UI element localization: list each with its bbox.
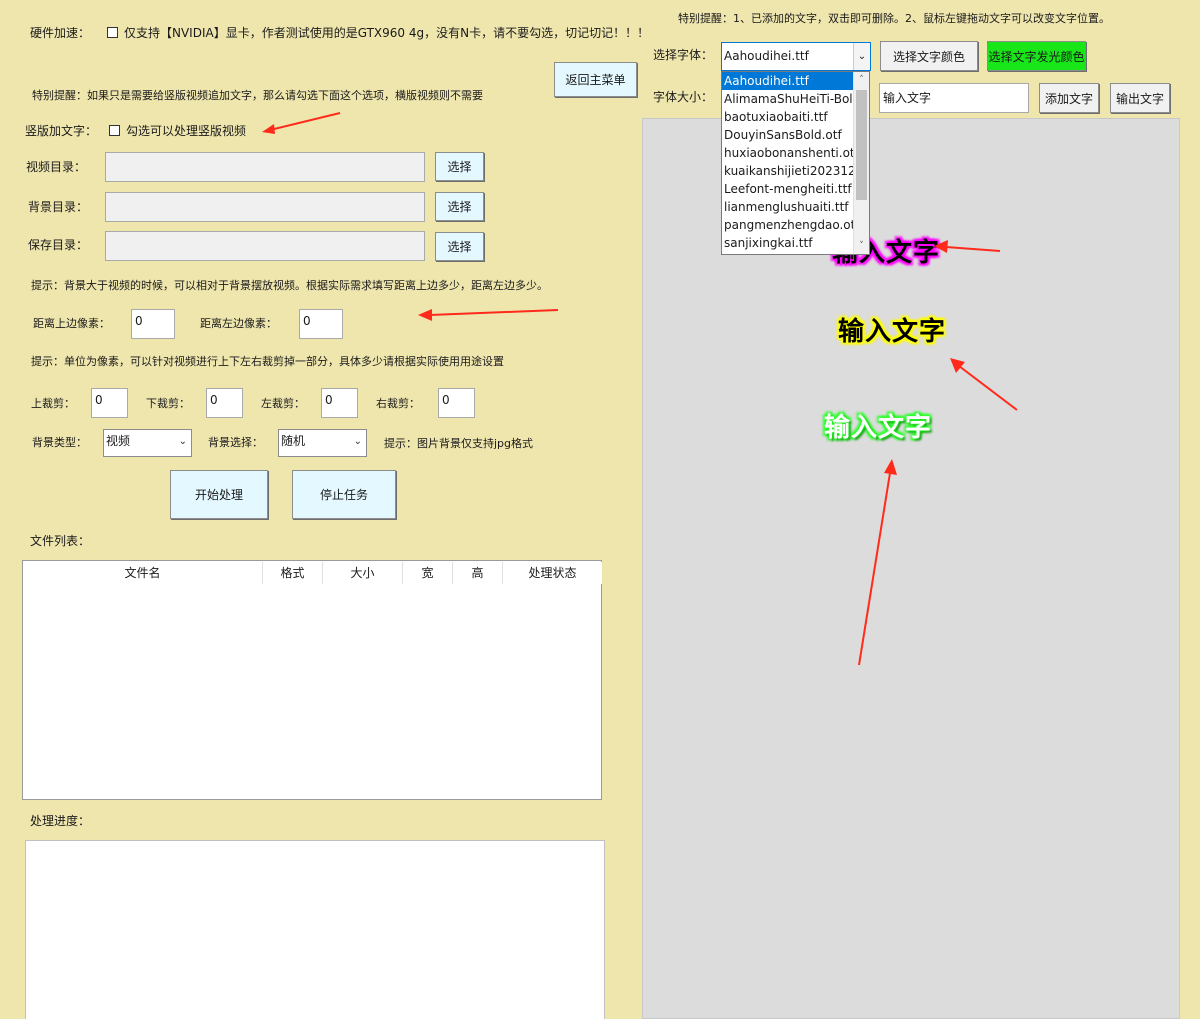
- crop-right-label: 右裁剪：: [376, 397, 420, 410]
- export-text-button[interactable]: 输出文字: [1110, 83, 1170, 113]
- bg-hint: 提示：背景大于视频的时候，可以相对于背景摆放视频。根据实际需求填写距离上边多少，…: [31, 279, 548, 292]
- font-option[interactable]: lianmenglushuaiti.ttf: [722, 198, 854, 216]
- save-dir-field[interactable]: [105, 231, 425, 261]
- crop-bottom-label: 下裁剪：: [146, 397, 190, 410]
- stop-button[interactable]: 停止任务: [292, 470, 396, 519]
- vertical-label: 竖版加文字：: [25, 124, 98, 138]
- text-input[interactable]: 输入文字: [879, 83, 1029, 113]
- font-option[interactable]: Leefont-mengheiti.ttf: [722, 180, 854, 198]
- column-header-width[interactable]: 宽: [403, 562, 453, 584]
- font-option[interactable]: AlimamaShuHeiTi-Bold: [722, 90, 854, 108]
- bg-dir-label: 背景目录：: [28, 200, 89, 214]
- bg-select-value: 随机: [281, 434, 306, 448]
- font-select-value: Aahoudihei.ttf: [724, 49, 809, 63]
- video-dir-label: 视频目录：: [26, 160, 87, 174]
- column-header-format[interactable]: 格式: [263, 562, 323, 584]
- canvas-text-yellow[interactable]: 输入文字: [838, 311, 946, 348]
- font-size-label: 字体大小：: [653, 90, 714, 104]
- hardware-accel-text: 仅支持【NVIDIA】显卡，作者测试使用的是GTX960 4g，没有N卡，请不要…: [124, 26, 650, 40]
- bg-type-label: 背景类型：: [32, 436, 87, 449]
- bg-dir-field[interactable]: [105, 192, 425, 222]
- bg-select-label: 背景选择：: [208, 436, 263, 449]
- annotation-arrow: [262, 112, 341, 134]
- bg-dir-choose-button[interactable]: 选择: [435, 192, 484, 221]
- bg-type-select[interactable]: 视频 ⌄: [103, 429, 192, 457]
- column-header-height[interactable]: 高: [453, 562, 503, 584]
- back-to-menu-button[interactable]: 返回主菜单: [554, 62, 637, 97]
- font-option[interactable]: baotuxiaobaiti.ttf: [722, 108, 854, 126]
- font-color-button[interactable]: 选择文字颜色: [880, 41, 978, 71]
- file-list-table[interactable]: 文件名 格式 大小 宽 高 处理状态: [22, 560, 602, 800]
- start-button[interactable]: 开始处理: [170, 470, 268, 519]
- offset-left-label: 距离左边像素：: [200, 317, 277, 330]
- vertical-checkbox-text: 勾选可以处理竖版视频: [126, 124, 247, 138]
- font-select-label: 选择字体：: [653, 48, 714, 62]
- column-header-status[interactable]: 处理状态: [503, 562, 602, 584]
- annotation-arrow: [418, 309, 559, 321]
- annotation-arrow: [950, 358, 1018, 411]
- chevron-down-icon: ⌄: [353, 436, 362, 447]
- bg-select-select[interactable]: 随机 ⌄: [278, 429, 367, 457]
- font-option[interactable]: sanjixingkai.ttf: [722, 234, 854, 252]
- font-option[interactable]: pangmenzhengdao.ot: [722, 216, 854, 234]
- progress-log-area[interactable]: [25, 840, 605, 1019]
- annotation-arrow: [934, 240, 1001, 253]
- chevron-down-icon[interactable]: ⌄: [853, 43, 870, 70]
- video-dir-choose-button[interactable]: 选择: [435, 152, 484, 181]
- crop-top-label: 上裁剪：: [31, 397, 75, 410]
- crop-left-label: 左裁剪：: [261, 397, 305, 410]
- font-select[interactable]: Aahoudihei.ttf ⌄: [721, 42, 871, 71]
- offset-top-label: 距离上边像素：: [33, 317, 110, 330]
- annotation-arrow: [858, 459, 897, 666]
- file-list-label: 文件列表：: [30, 534, 91, 548]
- vertical-checkbox[interactable]: [109, 125, 120, 136]
- crop-top-input[interactable]: 0: [91, 388, 128, 418]
- chevron-up-icon[interactable]: ˄: [854, 72, 869, 88]
- column-header-filename[interactable]: 文件名: [23, 562, 263, 584]
- special-note: 特别提醒：如果只是需要给竖版视频追加文字，那么请勾选下面这个选项，横版视频则不需…: [32, 89, 483, 102]
- font-option[interactable]: DouyinSansBold.otf: [722, 126, 854, 144]
- crop-hint: 提示：单位为像素，可以针对视频进行上下左右裁剪掉一部分，具体多少请根据实际使用用…: [31, 355, 504, 368]
- bg-format-hint: 提示：图片背景仅支持jpg格式: [384, 437, 534, 450]
- scrollbar-thumb[interactable]: [856, 90, 867, 200]
- save-dir-choose-button[interactable]: 选择: [435, 232, 484, 261]
- font-dropdown-list[interactable]: Aahoudihei.ttf AlimamaShuHeiTi-Bold baot…: [721, 71, 870, 255]
- hardware-accel-label: 硬件加速：: [30, 26, 91, 40]
- font-option[interactable]: Aahoudihei.ttf: [722, 72, 854, 90]
- canvas-text-green[interactable]: 输入文字: [824, 407, 932, 444]
- crop-right-input[interactable]: 0: [438, 388, 475, 418]
- font-option[interactable]: kuaikanshijieti2023121: [722, 162, 854, 180]
- glow-color-button[interactable]: 选择文字发光颜色: [987, 41, 1086, 71]
- save-dir-label: 保存目录：: [28, 238, 89, 252]
- bg-type-value: 视频: [106, 434, 131, 448]
- video-dir-field[interactable]: [105, 152, 425, 182]
- progress-label: 处理进度：: [30, 814, 91, 828]
- offset-top-input[interactable]: 0: [131, 309, 175, 339]
- offset-left-input[interactable]: 0: [299, 309, 343, 339]
- crop-bottom-input[interactable]: 0: [206, 388, 243, 418]
- right-top-note: 特别提醒：1、已添加的文字，双击即可删除。2、鼠标左键拖动文字可以改变文字位置。: [678, 12, 1110, 25]
- dropdown-scrollbar[interactable]: ˄ ˅: [853, 72, 869, 254]
- chevron-down-icon[interactable]: ˅: [854, 238, 869, 254]
- font-option[interactable]: huxiaobonanshenti.otf: [722, 144, 854, 162]
- crop-left-input[interactable]: 0: [321, 388, 358, 418]
- column-header-size[interactable]: 大小: [323, 562, 403, 584]
- hardware-accel-checkbox[interactable]: [107, 27, 118, 38]
- chevron-down-icon: ⌄: [178, 436, 187, 447]
- add-text-button[interactable]: 添加文字: [1039, 83, 1099, 113]
